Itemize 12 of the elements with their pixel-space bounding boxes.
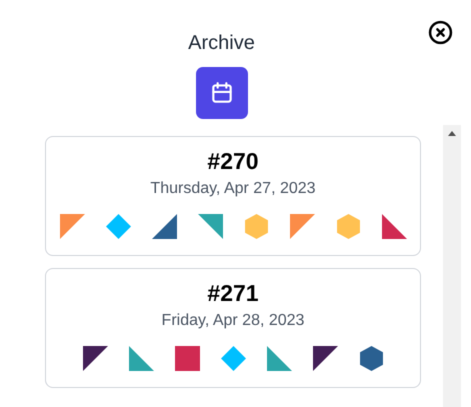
- dialog-title: Archive: [188, 31, 255, 56]
- puzzle-date: Friday, Apr 28, 2023: [162, 311, 304, 331]
- scroll-up-icon: [448, 131, 456, 136]
- scrollbar[interactable]: [443, 125, 461, 407]
- close-button[interactable]: [428, 20, 453, 45]
- puzzle-date: Thursday, Apr 27, 2023: [150, 179, 316, 199]
- calendar-button[interactable]: [196, 67, 248, 119]
- puzzle-number: #271: [207, 279, 259, 307]
- archive-card[interactable]: #270 Thursday, Apr 27, 2023: [45, 136, 421, 256]
- archive-card[interactable]: #271 Friday, Apr 28, 2023: [45, 268, 421, 388]
- close-icon: [428, 20, 453, 45]
- puzzle-number: #270: [207, 147, 259, 175]
